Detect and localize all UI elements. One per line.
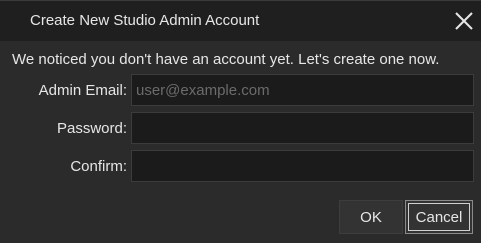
password-field[interactable] (131, 112, 474, 144)
dialog-title: Create New Studio Admin Account (30, 12, 260, 29)
create-account-dialog: Create New Studio Admin Account We notic… (0, 0, 481, 243)
confirm-label: Confirm: (70, 158, 127, 175)
ok-button[interactable]: OK (339, 200, 403, 234)
password-label: Password: (56, 120, 127, 137)
cancel-button[interactable]: Cancel (405, 200, 473, 234)
confirm-password-field[interactable] (131, 150, 474, 182)
admin-email-field[interactable] (131, 74, 474, 106)
intro-message: We noticed you don't have an account yet… (12, 51, 440, 68)
admin-email-label: Admin Email: (38, 82, 127, 99)
close-icon[interactable] (449, 6, 479, 36)
title-bar: Create New Studio Admin Account (0, 1, 481, 41)
